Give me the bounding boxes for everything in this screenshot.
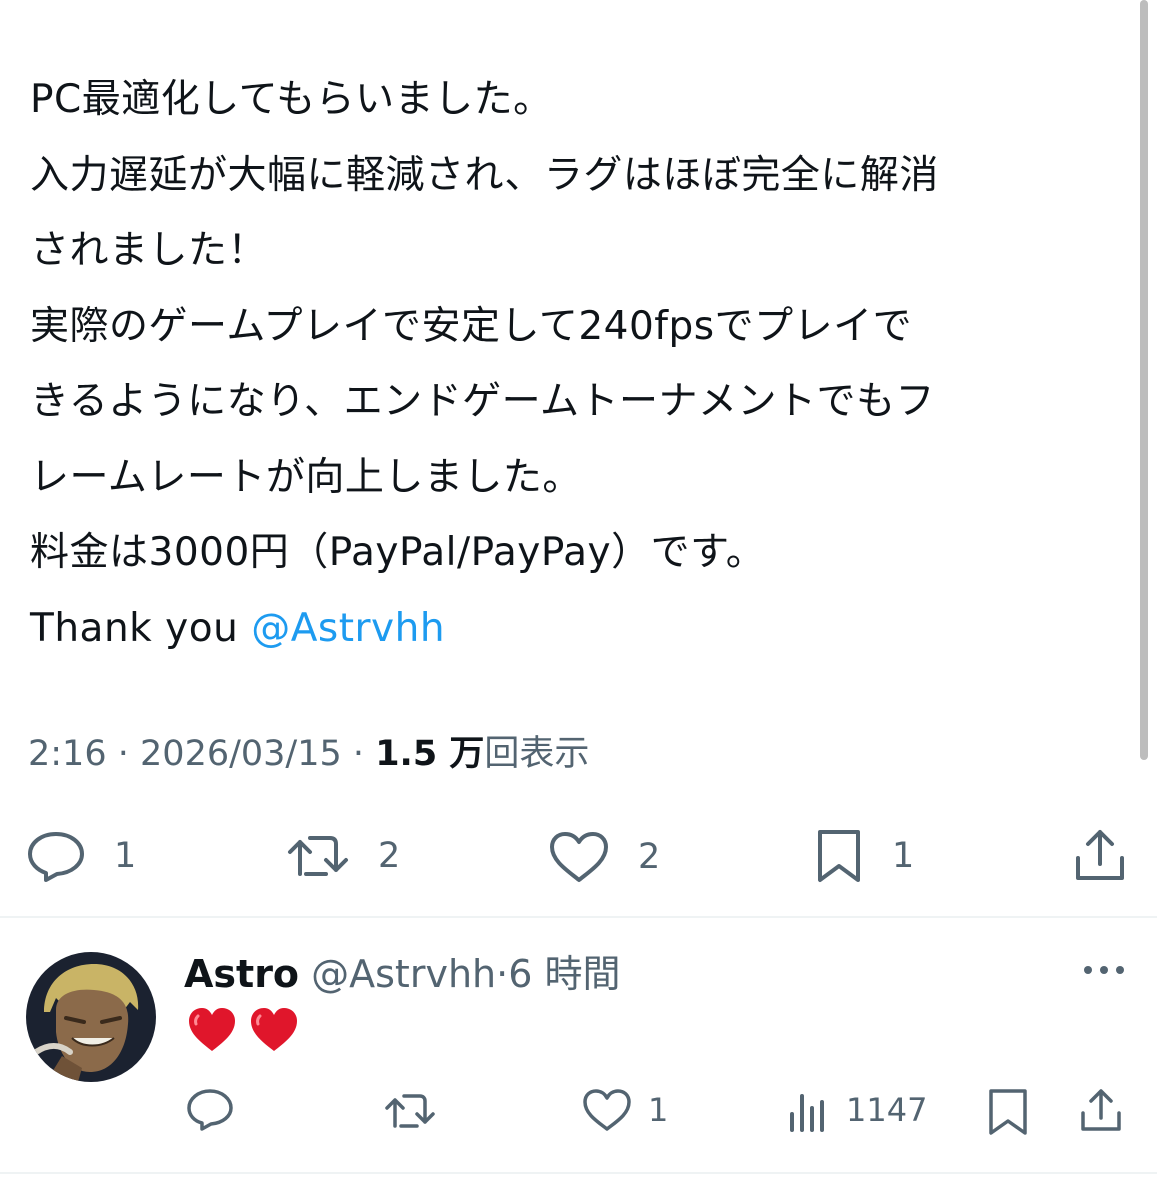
tweet-date[interactable]: 2026/03/15 — [140, 734, 342, 774]
reply-time[interactable]: 6 時間 — [508, 952, 620, 996]
reply-like-button[interactable]: 1 — [582, 1088, 668, 1132]
divider — [0, 1172, 1157, 1174]
retweet-icon — [288, 836, 348, 876]
bookmark-icon — [989, 1089, 1027, 1135]
share-icon — [1081, 1089, 1121, 1131]
heart-icon — [550, 832, 608, 882]
reply-share-button[interactable] — [1078, 1086, 1124, 1134]
tweet-thanks-line: Thank you @Astrvhh — [30, 591, 1125, 667]
tweet-text: PC最適化してもらいました。 入力遅延が大幅に軽減され、ラグはほぼ完全に解消 さ… — [30, 62, 1125, 666]
reply-view-count: 1147 — [846, 1091, 928, 1129]
like-button[interactable]: 2 — [548, 830, 660, 884]
avatar[interactable] — [26, 952, 156, 1082]
view-count: 1.5 万 — [375, 734, 485, 774]
reply-author-handle[interactable]: @Astrvhh — [311, 952, 496, 996]
tweet-line: PC最適化してもらいました。 — [30, 77, 553, 122]
reply-retweet-button[interactable] — [384, 1090, 436, 1132]
tweet-line: 入力遅延が大幅に軽減され、ラグはほぼ完全に解消 — [30, 152, 939, 198]
more-icon — [1084, 966, 1124, 974]
heart-emoji-icon — [189, 1008, 235, 1051]
retweet-icon — [385, 1094, 435, 1128]
reply-reply-button[interactable] — [186, 1088, 234, 1132]
retweet-button[interactable]: 2 — [286, 830, 400, 882]
bookmark-count: 1 — [892, 836, 915, 876]
reply-author-name[interactable]: Astro — [184, 952, 299, 996]
bookmark-button[interactable]: 1 — [814, 828, 914, 884]
reply-button[interactable]: 1 — [26, 830, 136, 882]
divider — [0, 916, 1157, 918]
reply-like-count: 1 — [648, 1091, 669, 1129]
reply-icon — [28, 832, 84, 882]
analytics-icon — [790, 1094, 824, 1132]
reply-separator: · — [496, 952, 509, 996]
tweet-line: きるようになり、エンドゲームトーナメントでもフ — [30, 379, 935, 424]
reply-icon — [187, 1089, 233, 1131]
tweet-line: されました！ — [30, 228, 268, 273]
heart-emoji-icon — [251, 1008, 297, 1051]
tweet-line: レームレートが向上しました。 — [30, 454, 582, 500]
more-options-button[interactable] — [1080, 960, 1128, 984]
retweet-count: 2 — [378, 836, 401, 876]
tweet-line: 実際のゲームプレイで安定して240fpsでプレイで — [30, 303, 913, 349]
meta-separator: · — [352, 734, 365, 774]
tweet-time[interactable]: 2:16 — [28, 734, 107, 774]
thanks-text: Thank you — [30, 605, 252, 651]
reply-header: Astro @Astrvhh·6 時間 — [184, 946, 620, 1002]
like-count: 2 — [638, 837, 661, 877]
reply-views-button[interactable]: 1147 — [786, 1088, 927, 1132]
share-icon — [1076, 830, 1124, 880]
reply-content — [186, 1006, 300, 1054]
bookmark-icon — [818, 830, 860, 882]
share-button[interactable] — [1072, 826, 1128, 884]
tweet-meta: 2:16 · 2026/03/15 · 1.5 万回表示 — [28, 728, 589, 780]
meta-separator: · — [117, 734, 129, 774]
mention-link[interactable]: @Astrvhh — [251, 606, 445, 651]
tweet-line: 料金は3000円（PayPal/PayPay）です。 — [30, 530, 766, 575]
avatar-image — [26, 952, 156, 1082]
heart-icon — [583, 1089, 631, 1131]
reply-bookmark-button[interactable] — [986, 1088, 1030, 1136]
reply-count: 1 — [114, 836, 137, 876]
scrollbar[interactable] — [1140, 0, 1148, 760]
view-label: 回表示 — [484, 734, 590, 774]
